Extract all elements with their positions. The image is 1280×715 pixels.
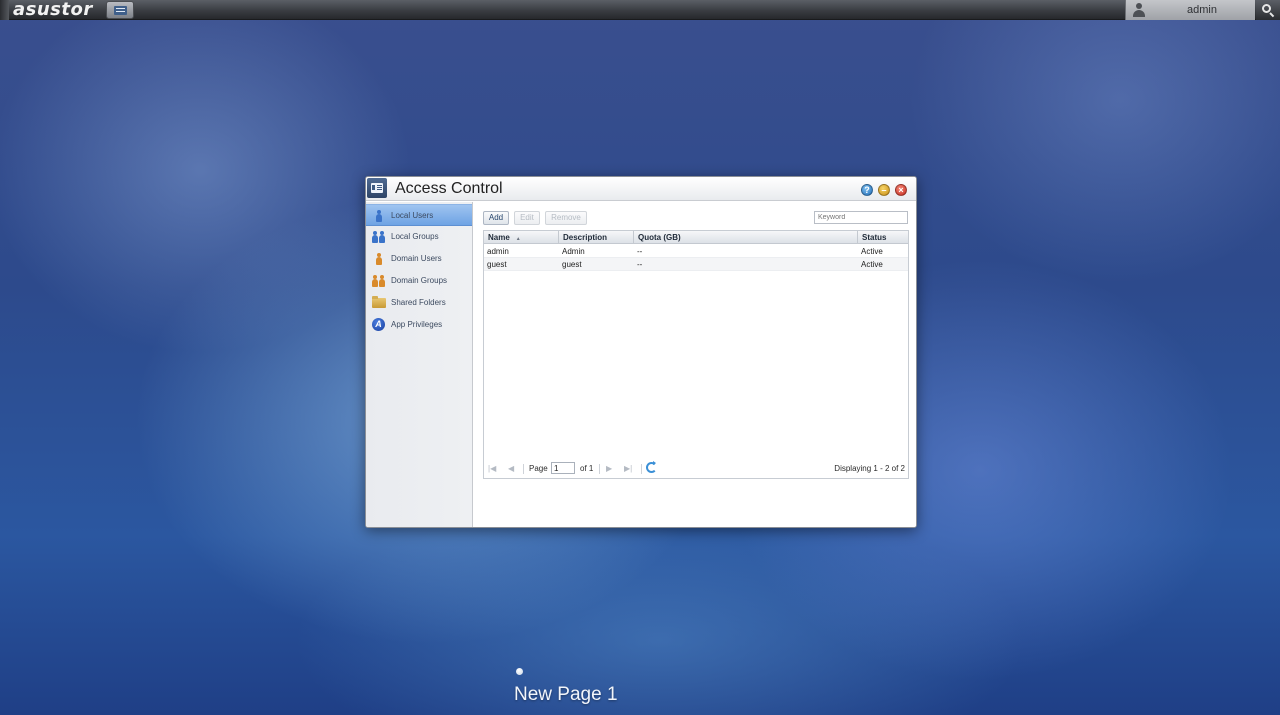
sidebar-item-label: Domain Users: [391, 254, 442, 263]
main-panel: Add Edit Remove Name▲ Description Quota …: [474, 202, 916, 527]
sidebar: Local Users Local Groups Domain Users Do…: [366, 202, 473, 527]
window-title: Access Control: [395, 180, 503, 197]
sidebar-item-app-privileges[interactable]: A App Privileges: [366, 314, 472, 336]
sidebar-item-local-users[interactable]: Local Users: [366, 204, 472, 226]
user-icon: [372, 209, 386, 223]
cell-quota: --: [637, 247, 643, 256]
launcher-icon: [114, 6, 127, 15]
page-label: Page: [529, 464, 548, 473]
window-titlebar[interactable]: Access Control ? – ×: [366, 177, 916, 201]
username-label: admin: [1187, 4, 1217, 16]
access-control-icon: [367, 178, 387, 198]
help-button[interactable]: ?: [861, 184, 873, 196]
sidebar-item-label: Local Groups: [391, 232, 439, 241]
users-group-icon: [372, 230, 386, 244]
column-header-name[interactable]: Name ▲: [484, 231, 559, 244]
column-header-description[interactable]: Description: [559, 231, 634, 244]
page-indicator-dot[interactable]: [516, 668, 523, 675]
add-button[interactable]: Add: [483, 211, 509, 225]
cell-name: admin: [487, 247, 509, 256]
folder-icon: [372, 296, 386, 310]
prev-page-icon[interactable]: ◀: [508, 463, 514, 475]
user-menu[interactable]: admin: [1125, 0, 1255, 20]
sort-ascending-icon: ▲: [515, 236, 521, 242]
domain-user-icon: [372, 252, 386, 266]
cell-description: Admin: [562, 247, 585, 256]
sidebar-item-domain-users[interactable]: Domain Users: [366, 248, 472, 270]
cell-status: Active: [861, 247, 883, 256]
pagination-bar: |◀ ◀ Page of 1 ▶ ▶| Displaying 1 - 2 of …: [484, 460, 908, 478]
close-button[interactable]: ×: [895, 184, 907, 196]
cell-quota: --: [637, 260, 643, 269]
sidebar-item-domain-groups[interactable]: Domain Groups: [366, 270, 472, 292]
access-control-window: Access Control ? – × Local Users Local G…: [365, 176, 917, 528]
sidebar-item-label: Shared Folders: [391, 298, 446, 307]
sidebar-item-label: App Privileges: [391, 320, 443, 329]
minimize-button[interactable]: –: [878, 184, 890, 196]
remove-button[interactable]: Remove: [545, 211, 587, 225]
domain-group-icon: [372, 274, 386, 288]
next-page-icon[interactable]: ▶: [606, 463, 612, 475]
cell-description: guest: [562, 260, 582, 269]
refresh-icon[interactable]: [646, 461, 657, 473]
asustor-logo: asustor: [13, 0, 93, 20]
first-page-icon[interactable]: |◀: [488, 463, 496, 475]
desktop-page-label: New Page 1: [514, 684, 618, 705]
last-page-icon[interactable]: ▶|: [624, 463, 632, 475]
cell-name: guest: [487, 260, 507, 269]
app-launcher-button[interactable]: [106, 1, 134, 19]
edit-button[interactable]: Edit: [514, 211, 540, 225]
sidebar-item-label: Local Users: [391, 211, 434, 220]
cell-status: Active: [861, 260, 883, 269]
keyword-search-input[interactable]: [814, 211, 908, 224]
topbar-edge: [0, 0, 9, 20]
sidebar-item-local-groups[interactable]: Local Groups: [366, 226, 472, 248]
table-row[interactable]: admin Admin -- Active: [484, 245, 908, 258]
displaying-count: Displaying 1 - 2 of 2: [834, 464, 905, 473]
app-privileges-icon: A: [372, 318, 386, 332]
search-button[interactable]: [1256, 0, 1280, 20]
column-header-status[interactable]: Status: [858, 231, 908, 244]
top-bar: asustor admin: [0, 0, 1280, 20]
users-table: Name ▲ Description Quota (GB) Status admi…: [483, 230, 909, 479]
column-header-quota[interactable]: Quota (GB): [634, 231, 858, 244]
user-icon: [1132, 3, 1146, 17]
sidebar-item-label: Domain Groups: [391, 276, 448, 285]
page-number-input[interactable]: [551, 462, 575, 474]
page-total-label: of 1: [580, 464, 594, 473]
table-row[interactable]: guest guest -- Active: [484, 258, 908, 271]
table-header: Name ▲ Description Quota (GB) Status: [484, 231, 908, 244]
sidebar-item-shared-folders[interactable]: Shared Folders: [366, 292, 472, 314]
